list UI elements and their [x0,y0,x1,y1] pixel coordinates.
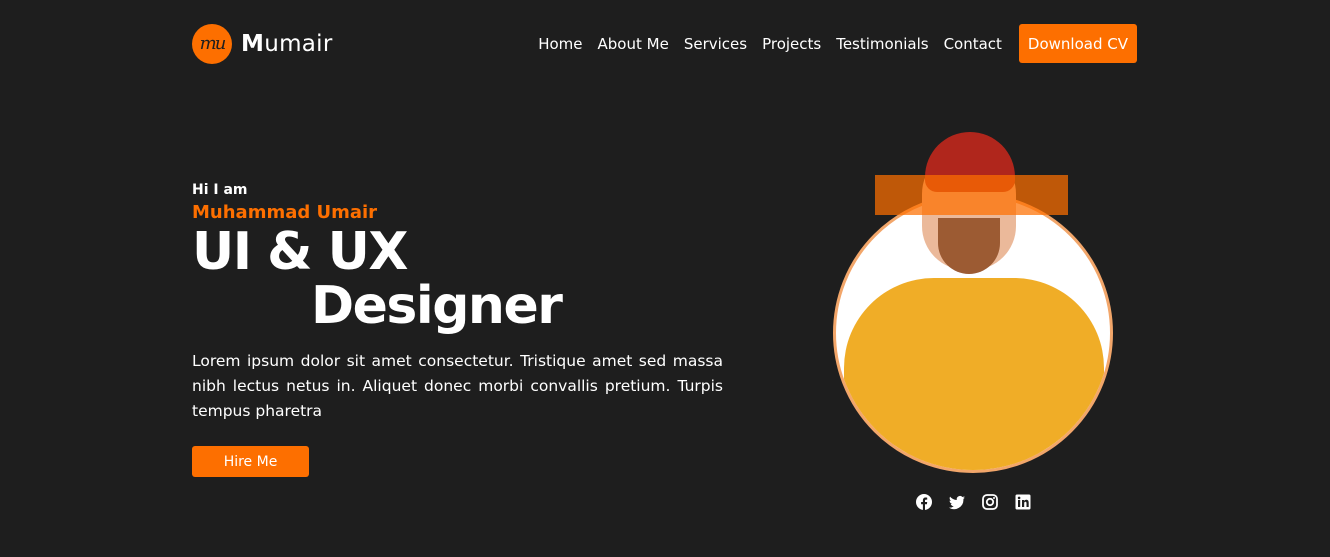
brand[interactable]: mu Mumair [192,23,333,64]
download-cv-button[interactable]: Download CV [1018,24,1137,63]
nav-links: Home About Me Services Projects Testimon… [538,24,1137,63]
logo-mark: mu [199,33,227,54]
brand-initial: M [241,30,265,57]
brand-rest: umair [264,30,333,57]
navbar: mu Mumair Home About Me Services Project… [192,23,1137,64]
nav-link-about[interactable]: About Me [598,35,669,53]
social-links [916,494,1031,510]
hero-intro: Hi I am Muhammad Umair UI & UX Designer … [192,182,723,477]
hero-title: UI & UX Designer [192,225,723,333]
instagram-icon[interactable] [982,494,998,510]
portrait [833,130,1115,475]
twitter-icon[interactable] [949,494,965,510]
nav-link-contact[interactable]: Contact [944,35,1002,53]
linkedin-icon[interactable] [1015,494,1031,510]
nav-link-testimonials[interactable]: Testimonials [836,35,928,53]
brand-logo: mu [192,23,232,64]
nav-link-projects[interactable]: Projects [762,35,821,53]
hero-title-line1: UI & UX [192,222,408,282]
hire-me-button[interactable]: Hire Me [192,446,309,477]
portrait-sweater [844,278,1104,470]
hero-title-line2: Designer [311,276,563,336]
facebook-icon[interactable] [916,494,932,510]
brand-name: Mumair [241,31,333,57]
hero-description: Lorem ipsum dolor sit amet consectetur. … [192,352,723,420]
nav-link-services[interactable]: Services [684,35,747,53]
nav-link-home[interactable]: Home [538,35,582,53]
highlight-bar [875,175,1068,215]
hero-greeting: Hi I am [192,182,248,198]
hero-name: Muhammad Umair [192,202,378,223]
